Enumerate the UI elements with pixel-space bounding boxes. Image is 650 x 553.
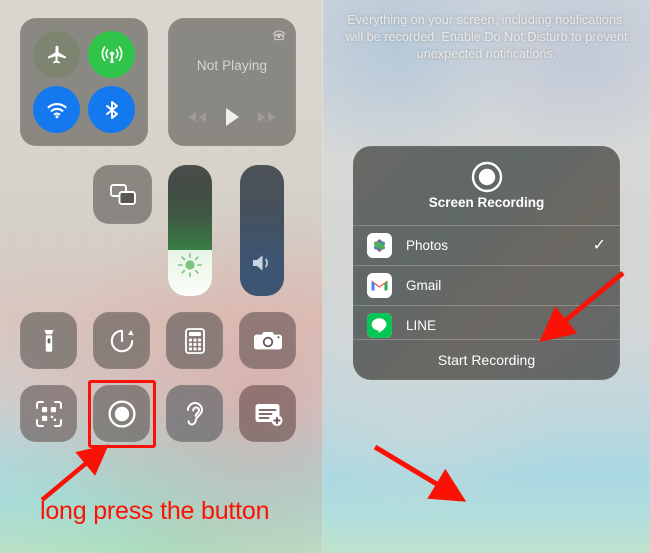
flashlight-icon [44,329,53,352]
now-playing-title: Not Playing [196,58,268,73]
volume-icon-wrap [240,252,284,274]
cellular-data-button[interactable] [88,31,135,78]
recording-warning-text: Everything on your screen, including not… [345,13,628,61]
popup-title: Screen Recording [428,195,545,210]
screen-mirroring-button[interactable] [93,165,152,224]
list-item-gmail[interactable]: Gmail [353,265,620,305]
app-name: Gmail [406,278,442,293]
cellular-icon [101,45,122,63]
screen-record-icon [471,161,502,193]
screen-recording-highlight-box [88,380,156,448]
right-panel-recording-options: Everything on your screen, including not… [323,0,650,553]
app-name: LINE [406,318,437,333]
brightness-slider[interactable] [168,165,212,296]
wifi-button[interactable] [33,86,80,133]
bluetooth-button[interactable] [88,86,135,133]
airplay-icon[interactable] [270,24,288,42]
gmail-app-icon [367,273,392,298]
long-press-caption: long press the button [40,497,270,525]
play-icon[interactable] [222,106,242,128]
airplane-icon [47,45,66,63]
screen-mirroring-icon [109,183,136,205]
popup-header: Screen Recording [353,146,620,225]
ear-icon [186,401,203,425]
notes-button[interactable] [239,385,296,442]
hearing-button[interactable] [166,385,223,442]
start-recording-button[interactable]: Start Recording [353,339,620,380]
wifi-icon [46,102,67,118]
app-name: Photos [406,238,449,253]
calculator-icon [184,327,205,354]
volume-slider[interactable] [240,165,284,296]
left-panel-control-center: Not Playing long press the button [0,0,323,553]
panel-divider [322,0,323,553]
airplane-mode-button[interactable] [33,31,80,78]
notes-icon [255,403,282,426]
qr-code-icon [35,400,62,427]
connectivity-module [20,18,148,146]
flashlight-button[interactable] [20,312,77,369]
code-scanner-button[interactable] [20,385,77,442]
line-app-icon [367,313,392,338]
brightness-icon [178,253,202,277]
brightness-icon-wrap [168,252,212,278]
timer-icon [110,329,134,352]
rewind-icon[interactable] [185,109,209,125]
calculator-button[interactable] [166,312,223,369]
camera-icon [253,331,282,349]
photos-app-icon [367,233,392,258]
now-playing-controls [168,106,296,128]
timer-button[interactable] [93,312,150,369]
selected-checkmark: ✓ [592,236,606,254]
popup-record-icon-wrap [353,158,620,196]
list-item-photos[interactable]: Photos ✓ [353,225,620,265]
now-playing-module[interactable]: Not Playing [168,18,296,146]
volume-icon [253,255,268,271]
bluetooth-icon [105,100,118,119]
screen-recording-popup: Screen Recording Photos ✓ Gmail LINE Sta… [353,146,620,380]
camera-button[interactable] [239,312,296,369]
screenshot-root: Not Playing long press the button Everyt… [0,0,650,553]
fast-forward-icon[interactable] [255,109,279,125]
